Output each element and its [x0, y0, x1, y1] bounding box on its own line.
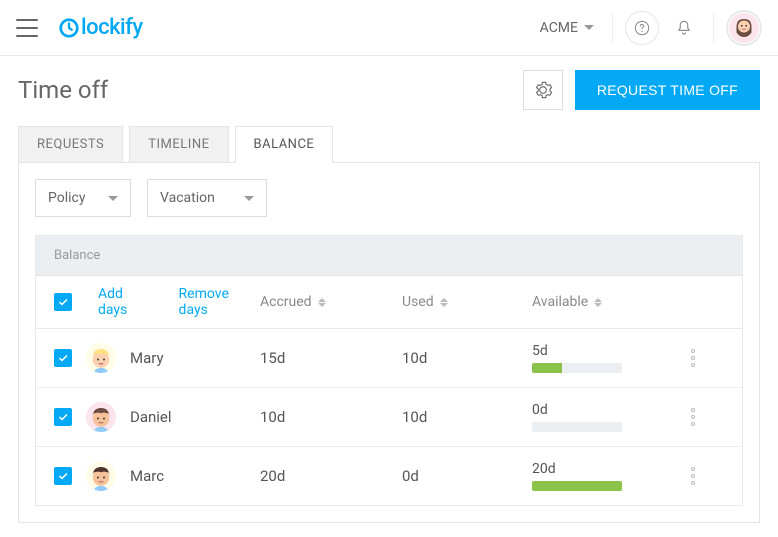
chevron-down-icon: [108, 196, 118, 201]
tab-timeline[interactable]: TIMELINE: [129, 126, 228, 163]
tab-requests[interactable]: REQUESTS: [18, 126, 123, 163]
used-label: Used: [402, 294, 434, 310]
used-value: 10d: [402, 408, 532, 426]
column-header-available[interactable]: Available: [532, 294, 680, 310]
workspace-selector[interactable]: ACME: [534, 14, 600, 42]
row-more-button[interactable]: [691, 408, 695, 426]
remove-days-link[interactable]: Remove days: [179, 286, 260, 318]
avatar-icon: [729, 13, 759, 43]
vacation-select[interactable]: Vacation: [147, 179, 267, 217]
app-logo[interactable]: lockify: [58, 15, 143, 40]
menu-icon[interactable]: [16, 19, 38, 37]
select-all-checkbox[interactable]: [54, 293, 72, 311]
row-checkbox[interactable]: [54, 349, 72, 367]
column-header-accrued[interactable]: Accrued: [260, 294, 402, 310]
avatar-icon: [86, 402, 116, 432]
vacation-label: Vacation: [160, 190, 215, 206]
top-bar: lockify ACME: [0, 0, 778, 56]
employee-avatar: [86, 402, 116, 432]
employee-name: Daniel: [130, 408, 172, 426]
help-icon: [634, 20, 650, 36]
balance-panel: Policy Vacation Balance Add days Remove …: [18, 162, 760, 523]
available-cell: 5d: [532, 343, 680, 373]
settings-button[interactable]: [523, 70, 563, 110]
accrued-value: 20d: [260, 467, 402, 485]
check-icon: [57, 411, 69, 423]
check-icon: [57, 352, 69, 364]
chevron-down-icon: [244, 196, 254, 201]
table-row: Marc 20d 0d 20d: [36, 447, 742, 505]
accrued-label: Accrued: [260, 294, 312, 310]
policy-select[interactable]: Policy: [35, 179, 131, 217]
tabs: REQUESTS TIMELINE BALANCE: [18, 126, 760, 163]
bell-icon: [675, 19, 693, 37]
available-value: 5d: [532, 343, 680, 359]
avatar-icon: [86, 461, 116, 491]
table-header-row: Add days Remove days Accrued Used Availa…: [36, 276, 742, 329]
workspace-name: ACME: [540, 20, 578, 36]
sort-icon: [318, 298, 326, 307]
check-icon: [57, 470, 69, 482]
used-value: 0d: [402, 467, 532, 485]
available-cell: 20d: [532, 461, 680, 491]
avatar-icon: [86, 343, 116, 373]
available-progress: [532, 422, 622, 432]
used-value: 10d: [402, 349, 532, 367]
column-header-used[interactable]: Used: [402, 294, 532, 310]
sort-icon: [440, 298, 448, 307]
divider: [612, 13, 613, 43]
tab-balance[interactable]: BALANCE: [235, 126, 334, 163]
policy-label: Policy: [48, 190, 86, 206]
employee-name: Marc: [130, 467, 164, 485]
row-more-button[interactable]: [691, 349, 695, 367]
sort-icon: [594, 298, 602, 307]
employee-avatar: [86, 461, 116, 491]
logo-text: lockify: [81, 15, 143, 40]
accrued-value: 10d: [260, 408, 402, 426]
divider: [713, 13, 714, 43]
row-checkbox[interactable]: [54, 467, 72, 485]
table-section-header: Balance: [36, 236, 742, 276]
notifications-button[interactable]: [667, 11, 701, 45]
request-time-off-button[interactable]: REQUEST TIME OFF: [575, 70, 760, 110]
user-avatar[interactable]: [726, 10, 762, 46]
available-value: 0d: [532, 402, 680, 418]
page-title: Time off: [18, 76, 108, 104]
gear-icon: [533, 80, 553, 100]
available-cell: 0d: [532, 402, 680, 432]
chevron-down-icon: [584, 25, 594, 30]
table-row: Daniel 10d 10d 0d: [36, 388, 742, 447]
available-value: 20d: [532, 461, 680, 477]
row-more-button[interactable]: [691, 467, 695, 485]
available-progress: [532, 481, 622, 491]
accrued-value: 15d: [260, 349, 402, 367]
balance-table: Balance Add days Remove days Accrued Use…: [35, 235, 743, 506]
help-button[interactable]: [625, 11, 659, 45]
available-progress: [532, 363, 622, 373]
check-icon: [57, 296, 69, 308]
employee-name: Mary: [130, 349, 164, 367]
available-label: Available: [532, 294, 588, 310]
row-checkbox[interactable]: [54, 408, 72, 426]
add-days-link[interactable]: Add days: [98, 286, 155, 318]
employee-avatar: [86, 343, 116, 373]
table-row: Mary 15d 10d 5d: [36, 329, 742, 388]
